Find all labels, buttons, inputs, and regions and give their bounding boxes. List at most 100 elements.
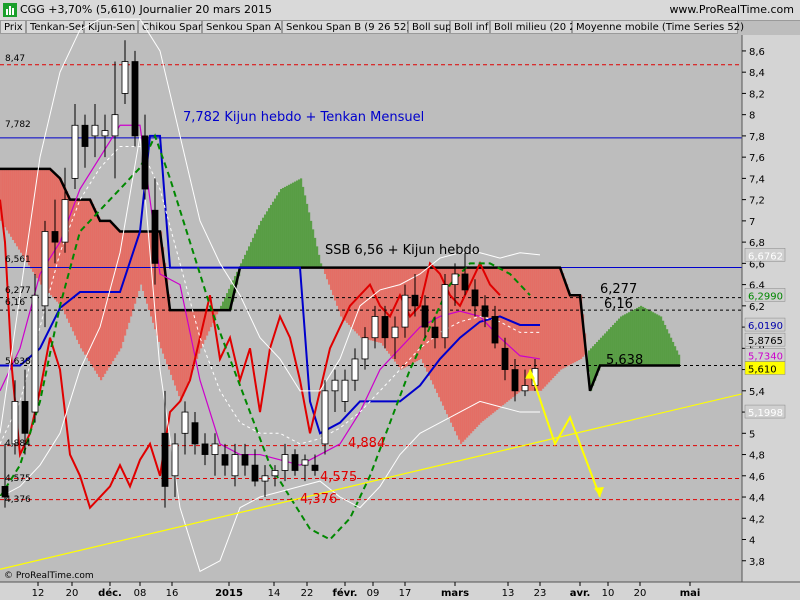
cloud-strip — [284, 186, 287, 268]
y-tick-label: 8,4 — [749, 68, 765, 79]
cloud-strip — [300, 178, 303, 268]
cloud-strip — [338, 267, 341, 312]
y-tick-label: 4,6 — [749, 472, 765, 483]
cloud-strip — [502, 267, 505, 406]
price-label: 5,8765 — [748, 336, 783, 347]
cloud-strip — [550, 267, 553, 381]
cloud-strip — [658, 315, 661, 366]
ichimoku-chart[interactable]: 7,782 Kijun hebdo + Tenkan Mensuel SSB 6… — [0, 0, 800, 600]
candle-body — [151, 209, 159, 264]
cloud-strip — [462, 267, 465, 442]
price-label: 6,0190 — [748, 321, 783, 332]
cloud-strip — [418, 267, 421, 361]
cloud-strip — [12, 168, 15, 240]
cloud-strip — [178, 310, 181, 397]
cloud-strip — [144, 231, 147, 298]
candle-body — [211, 443, 219, 455]
cloud-strip — [242, 259, 245, 268]
candle-body — [371, 316, 379, 339]
candle-body — [141, 135, 149, 190]
annotation-4884: 4,884 — [348, 436, 385, 451]
cloud-strip — [172, 310, 175, 381]
candle-body — [461, 273, 469, 291]
cloud-strip — [246, 250, 249, 268]
cloud-strip — [106, 220, 109, 371]
candle-body — [51, 231, 59, 243]
cloud-strip — [564, 278, 567, 368]
cloud-strip — [180, 310, 183, 402]
annotation-616: 6,16 — [604, 297, 633, 312]
cloud-strip — [8, 168, 11, 234]
cloud-strip — [644, 307, 647, 366]
cloud-strip — [24, 168, 27, 260]
cloud-strip — [500, 267, 503, 407]
left-label-4575: 4,575 — [5, 474, 31, 484]
x-tick-label: 13 — [502, 588, 515, 599]
candle-body — [251, 464, 259, 482]
candle-body — [291, 454, 299, 471]
cloud-strip — [78, 199, 81, 345]
candle-body — [471, 289, 479, 307]
cloud-strip — [368, 267, 371, 340]
cloud-strip — [650, 311, 653, 366]
x-tick-label: mai — [680, 588, 701, 599]
cloud-strip — [482, 267, 485, 422]
left-label-6277: 6,277 — [5, 286, 31, 296]
candle-body — [111, 114, 119, 137]
candle-body — [171, 443, 179, 477]
cloud-strip — [250, 242, 253, 268]
candle-body — [321, 390, 329, 445]
cloud-strip — [540, 267, 543, 391]
cloud-strip — [132, 231, 135, 311]
cloud-strip — [258, 225, 261, 268]
cloud-strip — [10, 168, 13, 237]
cloud-strip — [664, 324, 667, 366]
cloud-strip — [316, 246, 319, 268]
cloud-strip — [456, 267, 459, 436]
cloud-strip — [260, 220, 263, 268]
cloud-strip — [306, 203, 309, 268]
cloud-strip — [576, 295, 579, 362]
y-axis: 3,844,24,44,64,855,25,45,65,866,26,46,66… — [741, 35, 800, 582]
cloud-strip — [90, 199, 93, 365]
cloud-strip — [562, 273, 565, 369]
cloud-strip — [294, 181, 297, 268]
cloud-strip — [460, 267, 463, 444]
cloud-strip — [278, 192, 281, 268]
cloud-strip — [82, 199, 85, 352]
cloud-strip — [560, 267, 563, 370]
y-tick-label: 5 — [749, 429, 755, 440]
x-tick-label: 23 — [534, 588, 547, 599]
x-tick-label: 2015 — [215, 588, 243, 599]
cloud-strip — [270, 204, 273, 268]
candle-body — [491, 316, 499, 344]
cloud-strip — [602, 335, 605, 366]
y-tick-label: 7,6 — [749, 153, 765, 164]
cloud-strip — [282, 187, 285, 268]
cloud-strip — [268, 208, 271, 268]
candle-body — [31, 294, 39, 413]
cloud-strip — [310, 220, 313, 268]
cloud-strip — [276, 195, 279, 268]
cloud-strip — [182, 310, 185, 397]
x-tick-label: 12 — [32, 588, 45, 599]
left-label-6561: 6,561 — [5, 255, 31, 265]
price-label: 5,610 — [748, 365, 777, 376]
cloud-strip — [22, 168, 25, 256]
candle-body — [361, 337, 369, 360]
cloud-strip — [654, 313, 657, 366]
y-tick-label: 6,8 — [749, 238, 765, 249]
candle-body — [501, 347, 509, 370]
candle-body — [121, 61, 129, 94]
candle-body — [81, 124, 89, 147]
x-tick-label: 17 — [399, 588, 412, 599]
price-label: 5,7340 — [748, 351, 783, 362]
x-tick-label: 20 — [66, 588, 79, 599]
cloud-strip — [672, 341, 675, 366]
cloud-strip — [208, 310, 211, 332]
cloud-strip — [572, 295, 575, 364]
candle-body — [11, 401, 19, 445]
cloud-strip — [290, 183, 293, 268]
cloud-strip — [574, 295, 577, 363]
cloud-strip — [398, 267, 401, 367]
